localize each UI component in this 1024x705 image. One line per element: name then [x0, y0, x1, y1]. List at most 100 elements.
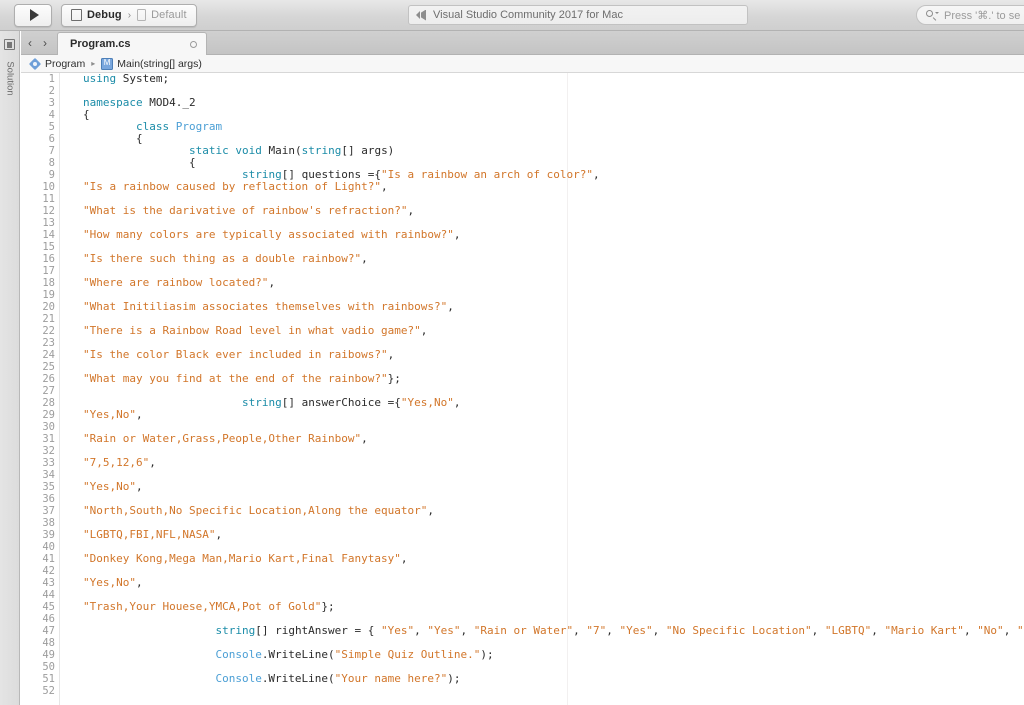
close-icon[interactable] [190, 40, 197, 48]
tab-label: Program.cs [70, 38, 131, 50]
code-token: , [871, 624, 885, 637]
code-line[interactable]: 24 "Is the color Black ever included in r… [21, 348, 1024, 362]
line-source: "What Initiliasim associates themselves … [55, 301, 454, 313]
line-number: 5 [48, 121, 55, 133]
line-number: 14 [42, 229, 55, 241]
code-line[interactable]: 1 using System; [21, 73, 1024, 85]
solution-pad-rail[interactable]: Solution [0, 31, 20, 705]
line-number: 43 [42, 577, 55, 589]
code-token: , [652, 624, 666, 637]
code-token: , [460, 624, 474, 637]
search-input[interactable]: Press '⌘.' to se [916, 5, 1024, 25]
code-token: }; [387, 372, 401, 385]
code-token: "Yes,No" [83, 408, 136, 421]
code-token: static void [188, 144, 269, 157]
code-content[interactable]: 1 using System; 2 3 namespace MOD4._2 4{5 cla… [21, 73, 1024, 697]
navigate-forward-icon[interactable]: › [43, 37, 47, 49]
code-token: "Rain or Water,Grass,People,Other Rainbo… [83, 432, 362, 445]
code-line[interactable]: 22 "There is a Rainbow Road level in what… [21, 324, 1024, 338]
code-line[interactable]: 41 "Donkey Kong,Mega Man,Mario Kart,Final… [21, 553, 1024, 566]
code-line[interactable]: 49 Console.WriteLine("Simple Quiz Outlin… [21, 648, 1024, 662]
code-line[interactable]: 3 namespace MOD4._2 [21, 96, 1024, 110]
code-line[interactable]: 10 "Is a rainbow caused by reflaction of … [21, 181, 1024, 194]
code-line[interactable]: 47 string[] rightAnswer = { "Yes", "Yes"… [21, 625, 1024, 638]
breadcrumb-item-method[interactable]: Main(string[] args) [101, 57, 202, 70]
code-line[interactable]: 51 Console.WriteLine("Your name here?"); [21, 672, 1024, 686]
line-number: 10 [42, 181, 55, 193]
code-token: string [241, 396, 282, 409]
code-editor[interactable]: 1 using System; 2 3 namespace MOD4._2 4{5 cla… [21, 73, 1024, 705]
tab-program-cs[interactable]: Program.cs [57, 32, 207, 55]
code-token: "7,5,12,6" [83, 456, 150, 469]
code-token: , [573, 624, 587, 637]
code-line[interactable]: 16 "Is there such thing as a double rainb… [21, 253, 1024, 266]
code-line[interactable]: 42 [21, 565, 1024, 577]
line-number: 33 [42, 457, 55, 469]
breadcrumb-chevron-icon: › [127, 9, 132, 21]
code-line[interactable]: 33 "7,5,12,6", [21, 456, 1024, 470]
code-line[interactable]: 28 string[] answerChoice ={"Yes,No", [21, 396, 1024, 410]
code-token: , [400, 552, 408, 565]
code-line[interactable]: 18 "Where are rainbow located?", [21, 277, 1024, 290]
line-number: 6 [48, 133, 55, 145]
line-source: "LGBTQ,FBI,NFL,NASA", [55, 529, 222, 541]
line-source: string[] rightAnswer = { "Yes", "Yes", "… [55, 625, 1024, 637]
code-token: "Simple Quiz Outline." [334, 648, 481, 661]
line-source: "Donkey Kong,Mega Man,Mario Kart,Final F… [55, 553, 408, 565]
navigate-back-icon[interactable]: ‹ [28, 37, 32, 49]
line-number: 39 [42, 529, 55, 541]
line-number: 8 [48, 157, 55, 169]
breadcrumb-item-class[interactable]: Program [29, 58, 85, 70]
code-token: "What is the darivative of rainbow's ref… [83, 204, 408, 217]
class-icon [29, 58, 41, 70]
line-number: 9 [48, 169, 55, 181]
solution-panel-icon [4, 39, 15, 50]
status-display: Visual Studio Community 2017 for Mac [408, 5, 748, 25]
code-line[interactable]: 29 "Yes,No", [21, 408, 1024, 422]
line-number: 20 [42, 301, 55, 313]
code-line[interactable]: 14 "How many colors are typically associa… [21, 229, 1024, 242]
code-line[interactable]: 39 "LGBTQ,FBI,NFL,NASA", [21, 529, 1024, 542]
code-token: ); [480, 648, 494, 661]
code-line[interactable]: 43 "Yes,No", [21, 576, 1024, 590]
device-icon [137, 9, 147, 21]
editor-tab-bar: ‹ › Program.cs [21, 31, 1024, 55]
line-number: 34 [42, 469, 55, 481]
line-number: 40 [42, 541, 55, 553]
code-token: "There is a Rainbow Road level in what v… [83, 324, 421, 337]
code-token: .WriteLine( [261, 672, 335, 685]
line-number: 36 [42, 493, 55, 505]
line-number: 52 [42, 685, 55, 697]
code-line[interactable]: 37 "North,South,No Specific Location,Alon… [21, 505, 1024, 518]
code-line[interactable]: 35 "Yes,No", [21, 480, 1024, 494]
breadcrumb-class-label: Program [45, 57, 86, 70]
code-line[interactable]: 32 [21, 445, 1024, 457]
code-token: , [387, 348, 395, 361]
device-label: Default [151, 9, 187, 21]
toolbar-left-group: Debug › Default [14, 3, 197, 27]
code-token: "Yes,No" [83, 576, 136, 589]
method-icon [101, 57, 114, 70]
code-token: , [963, 624, 978, 637]
line-number: 30 [42, 421, 55, 433]
run-button[interactable] [14, 3, 52, 27]
code-token: , [135, 480, 143, 493]
code-line[interactable]: 26 "What may you find at the end of the r… [21, 372, 1024, 386]
code-line[interactable]: 20 "What Initiliasim associates themselve… [21, 301, 1024, 314]
code-line[interactable]: 31 "Rain or Water,Grass,People,Other Rain… [21, 432, 1024, 446]
line-number: 4 [48, 109, 55, 121]
line-source: "What is the darivative of rainbow's ref… [55, 205, 414, 217]
code-token: }; [321, 600, 335, 613]
configuration-selector[interactable]: Debug › Default [61, 3, 197, 27]
code-token: MOD4._2 [149, 96, 196, 109]
line-number: 12 [42, 205, 55, 217]
code-line[interactable]: 12 "What is the darivative of rainbow's r… [21, 205, 1024, 218]
line-source: "Is a rainbow caused by reflaction of Li… [55, 181, 388, 193]
line-number: 50 [42, 661, 55, 673]
code-token: "Is a rainbow caused by reflaction of Li… [83, 180, 382, 193]
code-line[interactable]: 52 [21, 685, 1024, 697]
code-line[interactable]: 5 class Program [21, 121, 1024, 134]
code-line[interactable]: 34 [21, 469, 1024, 481]
code-token: , [361, 432, 368, 445]
code-line[interactable]: 45 "Trash,Your Houese,YMCA,Pot of Gold"}; [21, 600, 1024, 614]
